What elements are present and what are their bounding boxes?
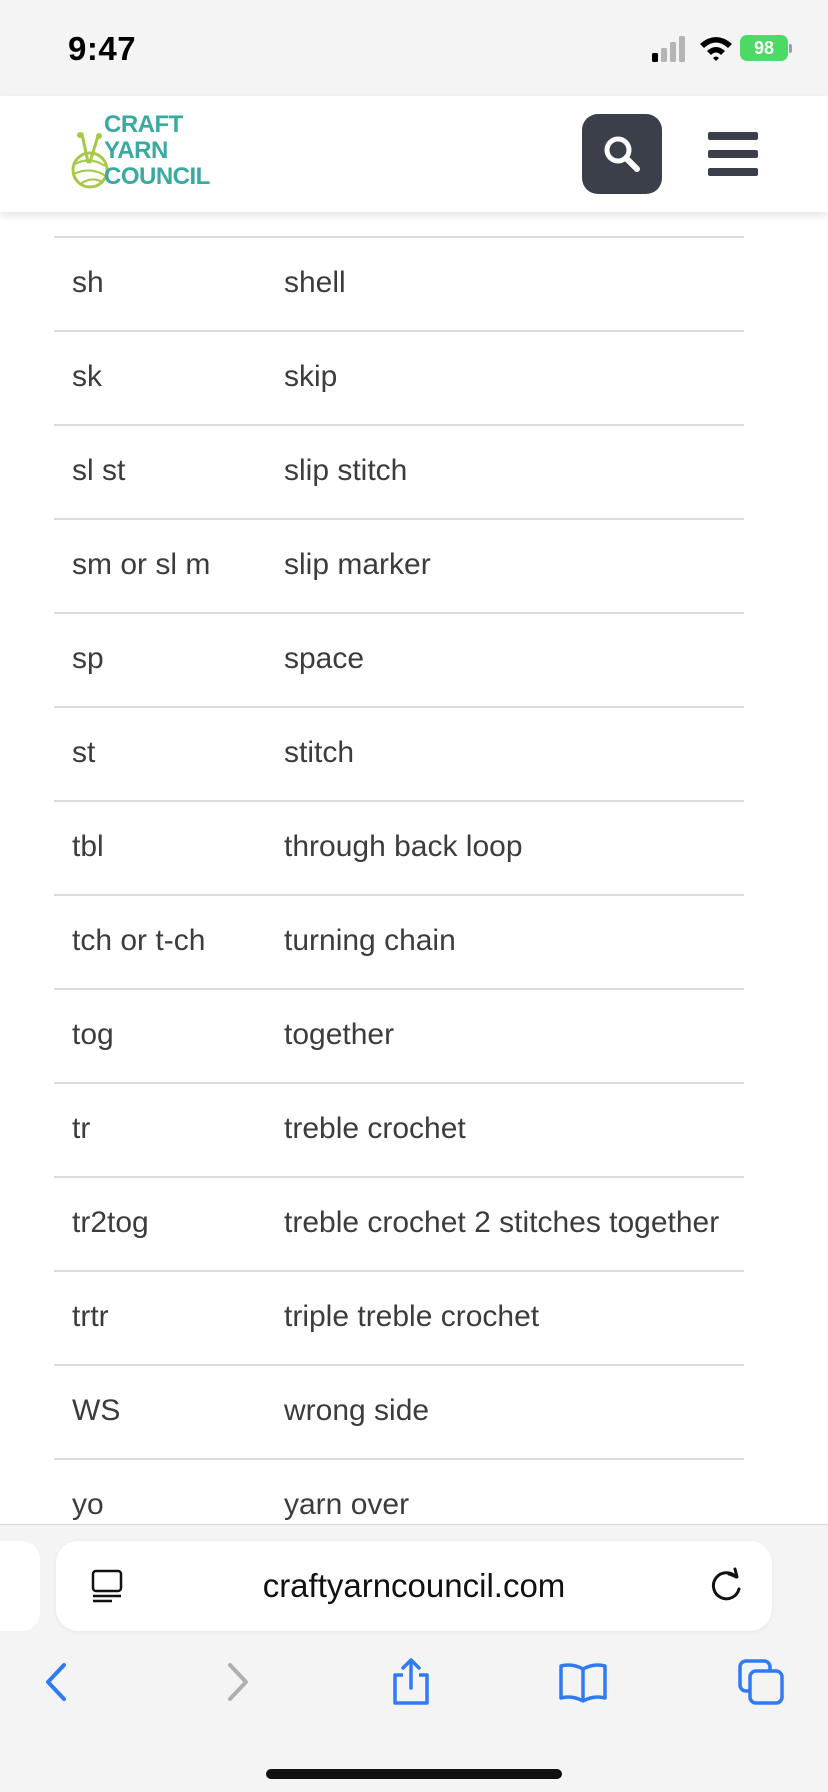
table-row: tch or t-ch turning chain bbox=[54, 896, 744, 990]
reload-icon[interactable] bbox=[708, 1567, 744, 1605]
site-header: CRAFT YARN COUNCIL bbox=[0, 96, 828, 212]
hamburger-menu-icon bbox=[708, 132, 758, 140]
status-bar: 9:47 98 bbox=[0, 0, 828, 96]
abbreviation-cell: tr2tog bbox=[72, 1206, 149, 1239]
abbreviation-cell: sk bbox=[72, 360, 102, 393]
search-icon bbox=[604, 136, 640, 172]
meaning-cell: turning chain bbox=[284, 924, 456, 957]
meaning-cell: through back loop bbox=[284, 830, 523, 863]
url-text[interactable]: craftyarncouncil.com bbox=[56, 1567, 772, 1605]
abbreviation-cell: tog bbox=[72, 1018, 114, 1051]
table-row: sp space bbox=[54, 614, 744, 708]
meaning-cell: triple treble crochet bbox=[284, 1300, 540, 1333]
previous-tab-preview[interactable] bbox=[0, 1541, 40, 1631]
table-row: tr treble crochet bbox=[54, 1084, 744, 1178]
abbreviation-cell: sm or sl m bbox=[72, 548, 211, 581]
table-row: trtr triple treble crochet bbox=[54, 1272, 744, 1366]
meaning-cell: treble crochet 2 stitches together bbox=[284, 1206, 720, 1239]
meaning-cell: skip bbox=[284, 360, 338, 393]
table-row: WS wrong side bbox=[54, 1366, 744, 1460]
table-row: sm or sl m slip marker bbox=[54, 520, 744, 614]
abbreviation-cell: trtr bbox=[72, 1300, 109, 1333]
hamburger-menu-button[interactable] bbox=[706, 132, 762, 178]
table-row: sh shell bbox=[54, 238, 744, 332]
share-icon[interactable] bbox=[386, 1657, 436, 1707]
meaning-cell: slip marker bbox=[284, 548, 431, 581]
bookmarks-icon[interactable] bbox=[558, 1657, 608, 1707]
search-button[interactable] bbox=[582, 114, 662, 194]
forward-icon[interactable] bbox=[212, 1657, 262, 1707]
meaning-cell: slip stitch bbox=[284, 454, 408, 487]
abbreviation-cell: tbl bbox=[72, 830, 104, 863]
table-row: sl st slip stitch bbox=[54, 426, 744, 520]
logo-wordmark: CRAFT YARN COUNCIL bbox=[104, 111, 210, 190]
abbreviation-cell: sh bbox=[72, 266, 104, 299]
table-row: tbl through back loop bbox=[54, 802, 744, 896]
table-row: tr2tog treble crochet 2 stitches together bbox=[54, 1178, 744, 1272]
meaning-cell: yarn over bbox=[284, 1488, 410, 1521]
battery-level: 98 bbox=[740, 35, 788, 61]
cellular-signal-icon bbox=[652, 36, 685, 62]
meaning-cell: together bbox=[284, 1018, 395, 1051]
meaning-cell: treble crochet bbox=[284, 1112, 466, 1145]
table-row: tog together bbox=[54, 990, 744, 1084]
home-indicator bbox=[266, 1769, 562, 1779]
meaning-cell: stitch bbox=[284, 736, 355, 769]
abbreviation-cell: sp bbox=[72, 642, 104, 675]
abbreviation-cell: st bbox=[72, 736, 96, 769]
abbreviation-cell: sl st bbox=[72, 454, 126, 487]
page-content[interactable]: sh shell sk skip sl st slip stitch sm or sl ms… bbox=[0, 212, 828, 1524]
back-icon[interactable] bbox=[32, 1657, 82, 1707]
table-row: sk skip bbox=[54, 332, 744, 426]
meaning-cell: shell bbox=[284, 266, 346, 299]
meaning-cell: wrong side bbox=[284, 1394, 430, 1427]
meaning-cell: space bbox=[284, 642, 365, 675]
abbreviation-cell: WS bbox=[72, 1394, 121, 1427]
tabs-icon[interactable] bbox=[736, 1657, 786, 1707]
battery-icon: 98 bbox=[740, 35, 792, 61]
table-row: st stitch bbox=[54, 708, 744, 802]
abbreviation-cell: tr bbox=[72, 1112, 91, 1145]
status-time: 9:47 bbox=[68, 30, 137, 67]
address-bar[interactable]: craftyarncouncil.com bbox=[56, 1541, 772, 1631]
abbreviation-cell: tch or t-ch bbox=[72, 924, 206, 957]
wifi-icon bbox=[700, 37, 732, 61]
table-row: yo yarn over bbox=[54, 1460, 744, 1524]
craft-yarn-council-logo[interactable]: CRAFT YARN COUNCIL bbox=[68, 112, 218, 202]
abbreviation-cell: yo bbox=[72, 1488, 104, 1521]
abbreviations-table: sh shell sk skip sl st slip stitch sm or sl ms… bbox=[54, 236, 744, 1524]
browser-toolbar: craftyarncouncil.com bbox=[0, 1524, 828, 1792]
